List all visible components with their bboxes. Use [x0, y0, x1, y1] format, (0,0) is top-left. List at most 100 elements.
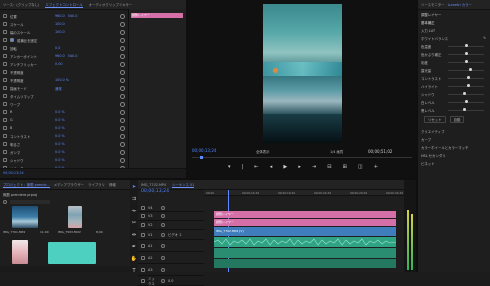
mute-icon[interactable]: [161, 255, 165, 260]
play-icon[interactable]: ▶: [283, 164, 287, 170]
checkbox[interactable]: [10, 38, 14, 42]
effect-row[interactable]: 描画モード 通常: [0, 84, 128, 92]
eyedropper-icon[interactable]: ✎: [483, 36, 486, 40]
slider-thumb[interactable]: [465, 60, 468, 63]
keyframe-toggle-icon[interactable]: [120, 53, 125, 59]
stopwatch-icon[interactable]: [3, 78, 7, 82]
stopwatch-icon[interactable]: [3, 158, 7, 162]
slider-thumb[interactable]: [465, 100, 468, 103]
effect-row-value[interactable]: 0.0 %: [55, 150, 65, 154]
lock-icon[interactable]: [141, 206, 145, 210]
lock-icon[interactable]: [141, 267, 145, 272]
effect-row-value[interactable]: 100.0 %: [55, 78, 69, 82]
effect-row[interactable]: 縦横比を固定: [0, 36, 128, 44]
effect-row[interactable]: 不透明度: [0, 68, 128, 76]
stopwatch-icon[interactable]: [3, 110, 7, 114]
effect-row[interactable]: B 0.0 %: [0, 124, 128, 132]
stopwatch-icon[interactable]: [3, 30, 7, 34]
timeline-ruler[interactable]: 00;00 00;00;14;29 00;00;19;29 00;00;24;29 00…: [204, 190, 404, 196]
lumetri-section-lut[interactable]: 入力 LUT: [418, 26, 490, 34]
stopwatch-icon[interactable]: [3, 142, 7, 146]
effect-row[interactable]: タイムリマップ: [0, 92, 128, 100]
eye-icon[interactable]: [161, 214, 165, 218]
program-fit-dropdown[interactable]: 全体表示: [256, 149, 270, 154]
effect-row-value[interactable]: 0.0 %: [55, 158, 65, 162]
stopwatch-icon[interactable]: [3, 102, 7, 106]
stopwatch-icon[interactable]: [3, 62, 7, 66]
lumetri-section-basic[interactable]: 基本補正: [418, 18, 490, 26]
effect-row[interactable]: アンチフリッカー 0.00: [0, 60, 128, 68]
keyframe-toggle-icon[interactable]: [120, 157, 125, 163]
mark-out-icon[interactable]: |: [242, 164, 244, 170]
slider-thumb[interactable]: [463, 92, 467, 95]
lumetri-clip-selector[interactable]: 調整レイヤー: [418, 10, 490, 18]
effect-row-value-2[interactable]: 540.0: [68, 54, 78, 58]
tab-sequence-img[interactable]: IMG_7702.MP4: [141, 183, 166, 187]
mute-icon[interactable]: [161, 278, 165, 283]
lumetri-slider[interactable]: [448, 100, 484, 103]
stopwatch-icon[interactable]: [3, 46, 7, 50]
keyframe-toggle-icon[interactable]: [120, 61, 125, 67]
export-frame-icon[interactable]: ◫: [358, 164, 363, 170]
lumetri-slider[interactable]: [448, 44, 484, 47]
selection-tool-icon[interactable]: ➤: [132, 184, 136, 190]
track-header[interactable]: V3: [138, 212, 204, 221]
go-to-out-icon[interactable]: ⇥: [312, 164, 316, 170]
auto-button[interactable]: 自動: [449, 116, 465, 123]
lock-icon[interactable]: [141, 223, 145, 227]
effect-row[interactable]: 位置 960.0 540.0: [0, 12, 128, 20]
effect-row[interactable]: スケール 100.0: [0, 20, 128, 28]
tab-libraries[interactable]: ライブラリ: [88, 182, 105, 187]
effect-row-value[interactable]: 100.0: [55, 30, 65, 34]
effect-row[interactable]: G 0.0 %: [0, 116, 128, 124]
track-header[interactable]: V1 ビデオ 1: [138, 230, 204, 240]
lumetri-slider[interactable]: [448, 60, 484, 63]
lumetri-slider[interactable]: [448, 84, 484, 87]
add-button-icon[interactable]: +: [374, 164, 378, 170]
keyframe-toggle-icon[interactable]: [120, 69, 125, 75]
program-scrub-bar[interactable]: [192, 156, 412, 159]
effect-row-value[interactable]: 100.0: [55, 22, 65, 26]
step-back-icon[interactable]: ◂: [270, 164, 273, 170]
stopwatch-icon[interactable]: [3, 94, 7, 98]
mark-in-icon[interactable]: ▾: [228, 164, 231, 170]
lumetri-section[interactable]: カラーホイールとカラーマッチ: [418, 143, 490, 151]
thumbnail-2[interactable]: [68, 206, 82, 228]
eye-icon[interactable]: [161, 232, 165, 237]
track-select-tool-icon[interactable]: ⇉: [132, 196, 136, 202]
slider-thumb[interactable]: [465, 44, 468, 47]
stopwatch-icon[interactable]: [3, 150, 7, 154]
playhead-marker[interactable]: [200, 156, 203, 159]
tab-sequence-01[interactable]: シーケンス 01: [172, 182, 195, 188]
keyframe-toggle-icon[interactable]: [120, 13, 125, 19]
lock-icon[interactable]: [141, 243, 145, 248]
stopwatch-icon[interactable]: [3, 118, 7, 122]
stopwatch-icon[interactable]: [3, 14, 7, 18]
lock-icon[interactable]: [141, 214, 145, 218]
stopwatch-icon[interactable]: [3, 134, 7, 138]
clip-audio-a1[interactable]: [214, 237, 396, 247]
lumetri-section[interactable]: カーブ: [418, 135, 490, 143]
effect-row-value[interactable]: 0.00: [55, 62, 63, 66]
tab-source[interactable]: ソース：(クリップなし): [3, 2, 39, 7]
track-header[interactable]: ミックス 0.0: [138, 276, 204, 286]
effect-row-value[interactable]: 960.0: [55, 54, 65, 58]
lumetri-section[interactable]: ビネット: [418, 159, 490, 167]
type-tool-icon[interactable]: T: [132, 268, 135, 274]
lock-icon[interactable]: [141, 278, 145, 283]
reset-button[interactable]: リセット: [424, 116, 446, 123]
stopwatch-icon[interactable]: [3, 86, 7, 90]
slider-thumb[interactable]: [469, 68, 473, 71]
effect-row-value[interactable]: 0.0 %: [55, 118, 65, 122]
track-header[interactable]: A1: [138, 240, 204, 252]
effect-row[interactable]: ガンマ 0.0 %: [0, 148, 128, 156]
eye-icon[interactable]: [161, 206, 165, 210]
slip-tool-icon[interactable]: ⇹: [132, 232, 136, 238]
keyframe-toggle-icon[interactable]: [120, 149, 125, 155]
clip-video-v1[interactable]: IMG_7702.MP4 [V]: [214, 227, 396, 236]
effect-row[interactable]: R 0.0 %: [0, 108, 128, 116]
lumetri-slider[interactable]: [448, 52, 484, 55]
keyframe-toggle-icon[interactable]: [120, 125, 125, 131]
thumbnail-1[interactable]: [12, 206, 38, 228]
effect-row-value[interactable]: 通常: [55, 86, 62, 91]
